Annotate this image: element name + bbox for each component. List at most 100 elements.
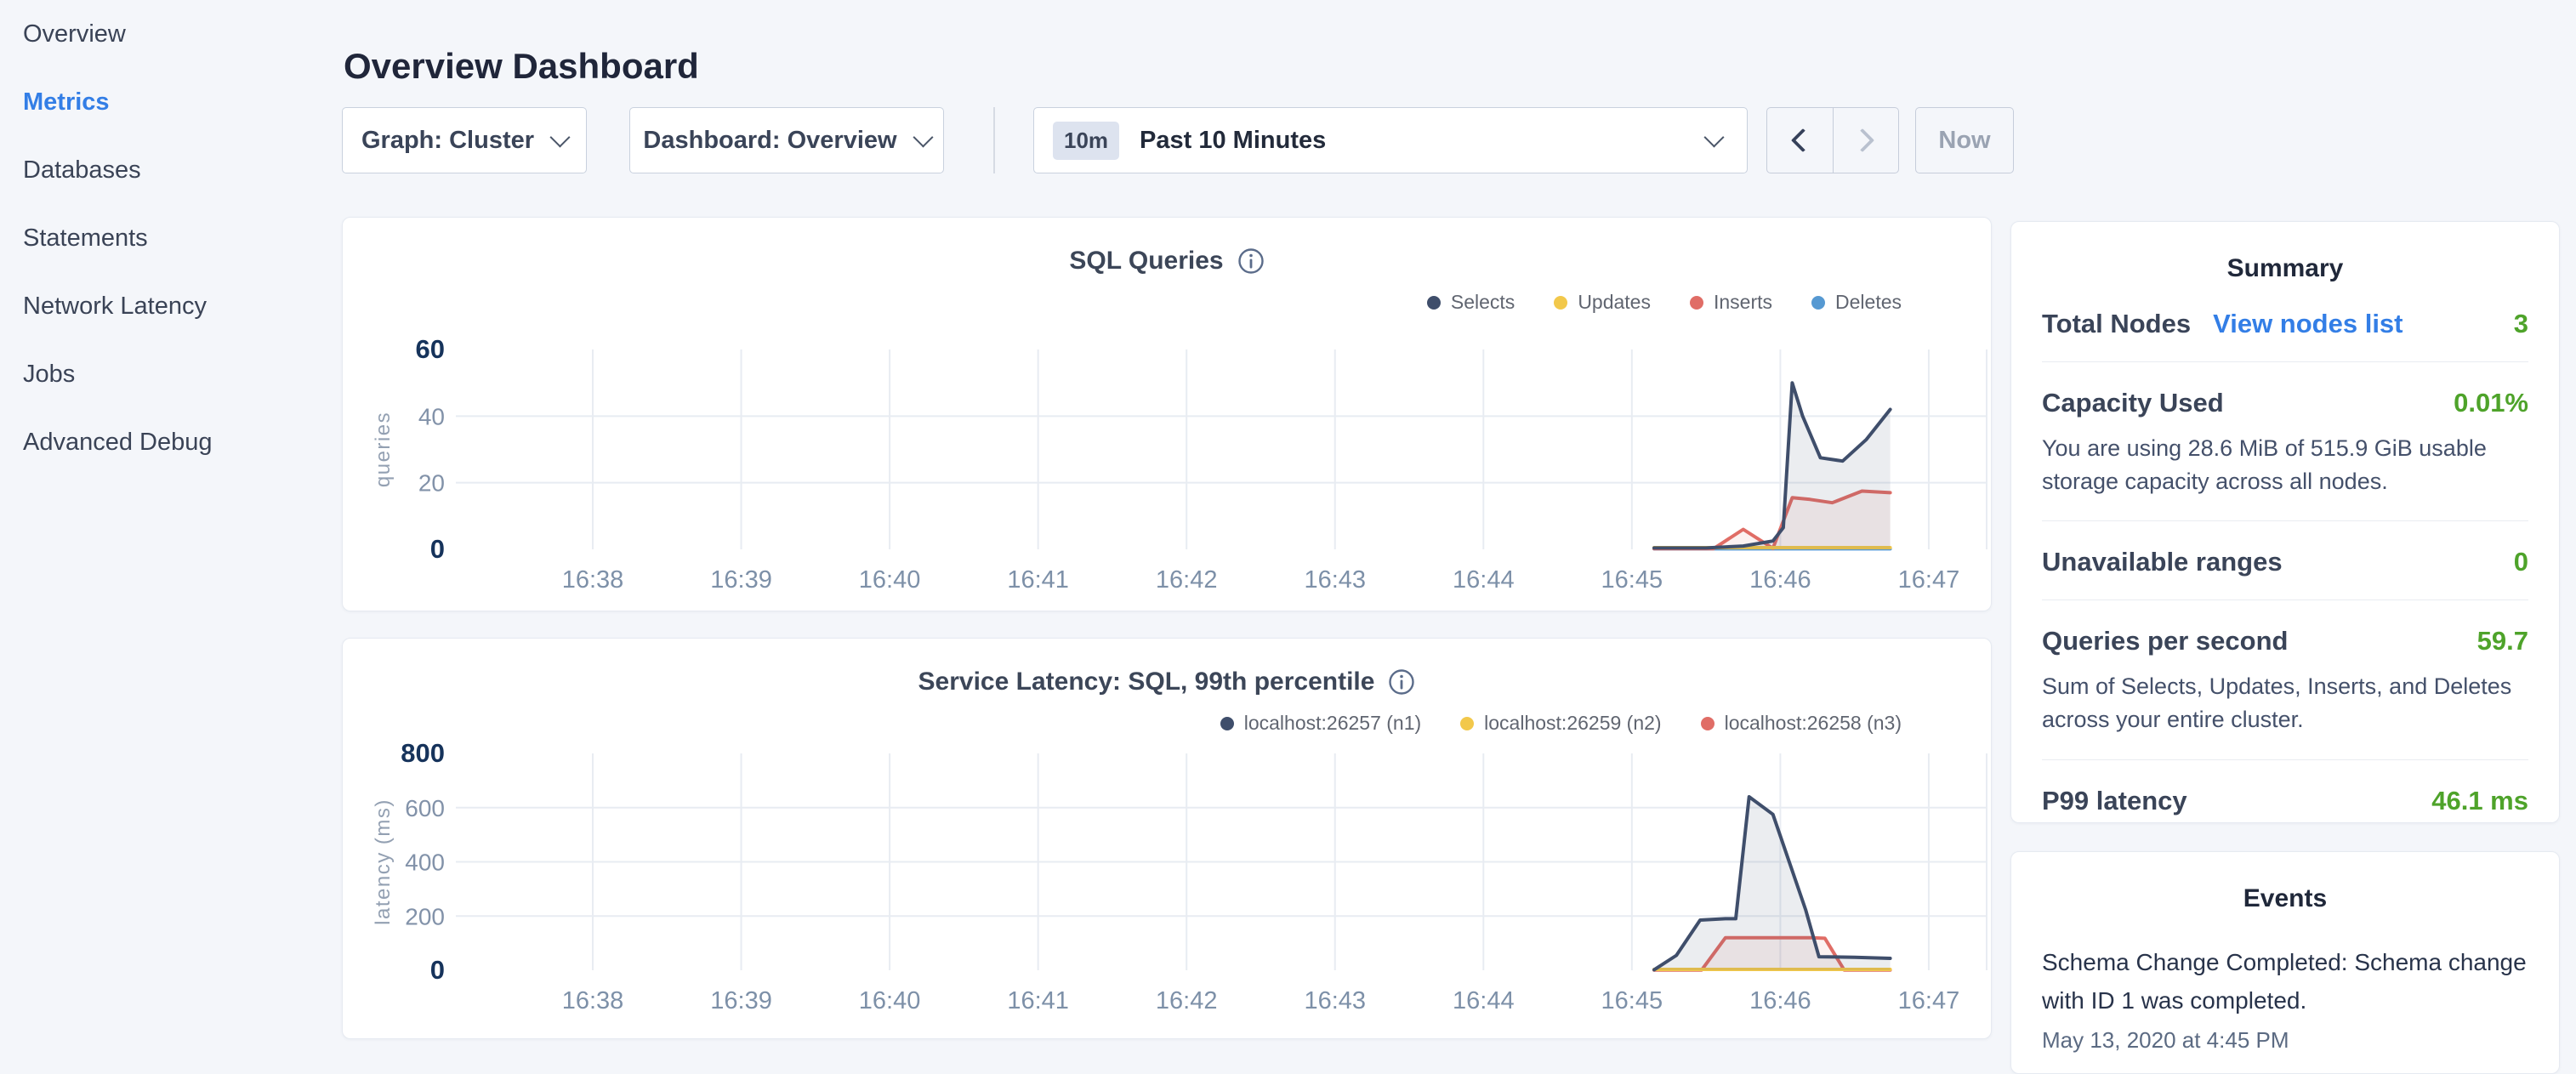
svg-text:16:39: 16:39 <box>710 566 772 594</box>
legend-label: localhost:26259 (n2) <box>1484 712 1661 735</box>
summary-rows: Total Nodes View nodes list 3 Capacity Used… <box>2042 283 2528 838</box>
legend-item-deletes: Deletes <box>1811 291 1902 314</box>
svg-text:16:43: 16:43 <box>1304 987 1366 1014</box>
time-window-label: Past 10 Minutes <box>1140 127 1326 155</box>
svg-text:400: 400 <box>405 850 445 876</box>
summary-value: 59.7 <box>2477 626 2528 656</box>
legend-item-inserts: Inserts <box>1690 291 1772 314</box>
chevron-down-icon <box>1703 127 1724 147</box>
summary-label: Capacity Used <box>2042 388 2224 418</box>
next-time-button[interactable] <box>1833 108 1899 173</box>
sidebar-item-databases[interactable]: Databases <box>0 136 340 204</box>
legend-dot <box>1811 296 1825 310</box>
summary-description: Sum of Selects, Updates, Inserts, and De… <box>2042 670 2528 736</box>
legend-label: Inserts <box>1714 291 1772 314</box>
legend-dot <box>1220 717 1234 730</box>
legend-dot <box>1427 296 1441 310</box>
svg-text:16:38: 16:38 <box>562 566 624 594</box>
sidebar: OverviewMetricsDatabasesStatementsNetwor… <box>0 0 340 1051</box>
chevron-right-icon <box>1851 128 1874 152</box>
summary-label: Unavailable ranges <box>2042 547 2283 577</box>
chevron-down-icon <box>549 127 570 147</box>
info-icon[interactable] <box>1237 247 1265 275</box>
sidebar-item-jobs[interactable]: Jobs <box>0 340 340 408</box>
summary-row-capacity-used: Capacity Used 0.01% You are using 28.6 MiB… <box>2042 362 2528 521</box>
time-window-select[interactable]: 10m Past 10 Minutes <box>1033 107 1748 173</box>
info-icon[interactable] <box>1388 668 1415 696</box>
summary-description: You are using 28.6 MiB of 515.9 GiB usab… <box>2042 432 2528 498</box>
time-window-badge: 10m <box>1053 122 1119 160</box>
svg-text:latency (ms): latency (ms) <box>372 798 395 925</box>
legend-item-localhost-26259-n2: localhost:26259 (n2) <box>1460 712 1661 735</box>
legend-dot <box>1554 296 1567 310</box>
summary-row-queries-per-second: Queries per second 59.7 Sum of Selects, Up… <box>2042 600 2528 759</box>
dashboard-dropdown-label: Dashboard: Overview <box>643 127 896 155</box>
summary-value: 3 <box>2514 309 2528 339</box>
legend-label: Deletes <box>1835 291 1902 314</box>
svg-text:800: 800 <box>401 738 445 768</box>
graph-dropdown[interactable]: Graph: Cluster <box>342 107 587 173</box>
summary-label: Queries per second <box>2042 626 2288 656</box>
page-title: Overview Dashboard <box>344 46 699 87</box>
sidebar-item-network-latency[interactable]: Network Latency <box>0 272 340 340</box>
event-item[interactable]: Schema Change Completed: Schema change w… <box>2042 944 2528 1054</box>
svg-text:40: 40 <box>418 403 445 429</box>
legend-label: localhost:26258 (n3) <box>1725 712 1902 735</box>
chart-title: SQL Queries <box>1069 247 1223 276</box>
service-latency-chart-card: 16:3816:3916:4016:4116:4216:4316:4416:45… <box>342 638 1992 1039</box>
chart-plot[interactable]: 16:3816:3916:4016:4116:4216:4316:4416:45… <box>343 639 1993 1040</box>
sql-queries-chart-card: 16:3816:3916:4016:4116:4216:4316:4416:45… <box>342 217 1992 611</box>
now-button[interactable]: Now <box>1915 107 2014 173</box>
sidebar-item-overview[interactable]: Overview <box>0 0 340 68</box>
legend-label: Updates <box>1578 291 1651 314</box>
summary-label: Total Nodes <box>2042 309 2191 339</box>
svg-text:16:45: 16:45 <box>1601 987 1663 1014</box>
summary-value: 0 <box>2514 547 2528 577</box>
summary-panel: Summary Total Nodes View nodes list 3 Capac… <box>2010 221 2560 823</box>
time-step-buttons <box>1766 107 1899 173</box>
summary-row-p99-latency: P99 latency46.1 ms <box>2042 760 2528 838</box>
legend-item-localhost-26258-n3: localhost:26258 (n3) <box>1701 712 1902 735</box>
summary-row-total-nodes: Total Nodes View nodes list 3 <box>2042 283 2528 362</box>
legend-item-localhost-26257-n1: localhost:26257 (n1) <box>1220 712 1421 735</box>
view-nodes-list-link[interactable]: View nodes list <box>2213 309 2403 339</box>
dashboard-dropdown[interactable]: Dashboard: Overview <box>629 107 944 173</box>
svg-text:16:42: 16:42 <box>1156 566 1218 594</box>
summary-value: 46.1 ms <box>2431 786 2528 816</box>
svg-text:200: 200 <box>405 903 445 929</box>
summary-row-unavailable-ranges: Unavailable ranges 0 <box>2042 521 2528 600</box>
events-panel: Events Schema Change Completed: Schema c… <box>2010 851 2560 1074</box>
svg-text:16:40: 16:40 <box>859 566 921 594</box>
chart-legend: SelectsUpdatesInsertsDeletes <box>1427 291 1902 314</box>
svg-text:20: 20 <box>418 470 445 497</box>
svg-text:0: 0 <box>430 955 445 985</box>
graph-dropdown-label: Graph: Cluster <box>361 127 534 155</box>
event-timestamp: May 13, 2020 at 4:45 PM <box>2042 1027 2528 1054</box>
sidebar-item-metrics[interactable]: Metrics <box>0 68 340 136</box>
svg-text:16:41: 16:41 <box>1007 566 1069 594</box>
event-text: Schema Change Completed: Schema change w… <box>2042 944 2528 1020</box>
prev-time-button[interactable] <box>1767 108 1833 173</box>
svg-text:16:43: 16:43 <box>1304 566 1366 594</box>
chart-title-row: SQL Queries <box>343 247 1991 276</box>
svg-text:16:46: 16:46 <box>1749 987 1811 1014</box>
chart-plot[interactable]: 16:3816:3916:4016:4116:4216:4316:4416:45… <box>343 218 1993 612</box>
svg-text:16:39: 16:39 <box>710 987 772 1014</box>
svg-text:16:46: 16:46 <box>1749 566 1811 594</box>
controls-divider <box>993 107 995 173</box>
summary-value: 0.01% <box>2454 388 2528 418</box>
svg-text:16:41: 16:41 <box>1007 987 1069 1014</box>
legend-dot <box>1690 296 1703 310</box>
svg-text:16:44: 16:44 <box>1453 987 1515 1014</box>
events-list: Schema Change Completed: Schema change w… <box>2042 944 2528 1054</box>
svg-text:60: 60 <box>416 334 445 364</box>
legend-item-updates: Updates <box>1554 291 1651 314</box>
sidebar-item-statements[interactable]: Statements <box>0 204 340 272</box>
sidebar-item-advanced-debug[interactable]: Advanced Debug <box>0 408 340 476</box>
svg-text:16:45: 16:45 <box>1601 566 1663 594</box>
summary-heading: Summary <box>2042 222 2528 283</box>
chevron-down-icon <box>913 127 933 147</box>
events-heading: Events <box>2042 852 2528 913</box>
legend-label: localhost:26257 (n1) <box>1244 712 1421 735</box>
svg-text:0: 0 <box>430 534 445 564</box>
